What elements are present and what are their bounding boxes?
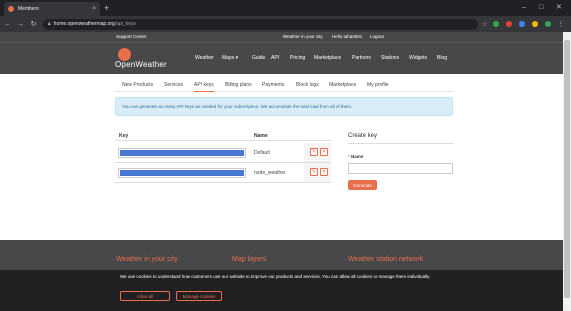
tab-title: Members [18,6,39,12]
row-actions: ✎ ✕ [304,163,331,182]
required-mark: * [348,154,350,159]
site-header: OpenWeather Weather Maps ▾ Guide API Pri… [0,42,563,74]
info-alert: You can generate as many API keys as nee… [115,97,453,116]
reload-icon[interactable]: ↻ [28,20,39,28]
name-column-header: Name [254,133,268,139]
tab-new-products[interactable]: New Products [122,80,153,91]
nav-guide[interactable]: Guide [252,55,265,61]
nav-weather[interactable]: Weather [195,55,214,61]
nav-blog[interactable]: Blog [437,55,447,61]
browser-menu-icon[interactable]: ⋮ [557,20,564,28]
tab-services[interactable]: Services [164,80,183,91]
key-name-input[interactable] [348,163,453,174]
key-column-header: Key [119,133,129,139]
cookie-text: We use cookies to understand how custome… [120,274,431,279]
minimize-button[interactable]: – [522,2,526,14]
url-input[interactable]: 🔒︎ home.openweathermap.org/api_keys [43,18,478,30]
create-key-title: Create key [348,133,378,139]
table-header-divider [115,140,331,141]
close-window-button[interactable]: ✕ [556,2,562,14]
scrollbar-thumb[interactable] [564,40,570,298]
tab-close-icon[interactable]: × [92,6,96,12]
name-label: * Name [348,154,363,159]
back-icon[interactable]: ← [2,21,13,28]
delete-icon[interactable]: ✕ [320,168,328,176]
key-name: Default [254,150,270,156]
key-name: node_weather [254,170,286,176]
address-bar: ← → ↻ 🔒︎ home.openweathermap.org/api_key… [0,16,571,32]
nav-api[interactable]: API [271,55,279,61]
table-row: node_weather ✎ ✕ [115,163,331,183]
edit-icon[interactable]: ✎ [310,168,318,176]
extension-icon[interactable] [506,21,513,27]
generate-button[interactable]: Generate [348,180,377,190]
extension-icon[interactable] [519,21,526,27]
user-greeting[interactable]: Hello taha2601 [332,32,362,42]
tab-billing-plans[interactable]: Billing plans [225,80,252,91]
api-key-field[interactable] [118,168,246,178]
top-strip: Support Center Weather in your city Hell… [0,32,563,42]
nav-maps[interactable]: Maps ▾ [222,55,238,61]
manage-cookies-button[interactable]: Manage cookies [176,291,222,301]
forward-icon[interactable]: → [15,21,26,28]
browser-tab[interactable]: Members × [4,2,100,16]
new-tab-button[interactable]: + [104,2,109,14]
page-scrollbar[interactable] [563,32,571,311]
table-row: Default ✎ ✕ [115,143,331,163]
tab-payments[interactable]: Payments [262,80,284,91]
nav-partners[interactable]: Partners [352,55,371,61]
extension-icon[interactable] [532,21,539,27]
row-actions: ✎ ✕ [304,143,331,162]
browser-tab-bar: Members × + – □ ✕ [0,0,571,16]
allow-all-button[interactable]: Allow all [120,291,170,301]
cookie-banner: We use cookies to understand how custome… [0,270,563,311]
support-center-link[interactable]: Support Center [116,32,147,42]
nav-stations[interactable]: Stations [381,55,399,61]
favicon-icon [8,6,14,12]
api-key-redaction [120,150,244,156]
nav-marketplace[interactable]: Marketplace [314,55,341,61]
maximize-button[interactable]: □ [539,2,543,14]
tab-marketplace[interactable]: Marketplace [329,80,356,91]
delete-icon[interactable]: ✕ [320,148,328,156]
footer-heading-stations: Weather station network [348,256,424,263]
nav-pricing[interactable]: Pricing [290,55,305,61]
api-key-field[interactable] [118,148,246,158]
tab-block-logs[interactable]: Block logs [296,80,319,91]
footer-heading-maps: Map layers [232,256,267,263]
logout-link[interactable]: Logout [370,32,384,42]
profile-avatar-icon[interactable] [545,21,552,27]
api-key-redaction [120,170,244,176]
footer-heading-weather: Weather in your city [116,256,178,263]
url-host: home.openweathermap.org [53,21,115,27]
name-label-text: Name [351,154,364,159]
logo-text[interactable]: OpenWeather [115,60,167,69]
nav-widgets[interactable]: Widgets [409,55,427,61]
city-search-link[interactable]: Weather in your city [283,32,323,42]
extension-icon[interactable] [493,21,500,27]
tab-api-keys[interactable]: API keys [194,80,214,92]
account-tabs: New Products Services API keys Billing p… [115,80,453,92]
tab-my-profile[interactable]: My profile [367,80,389,91]
lock-icon: 🔒︎ [48,21,51,27]
edit-icon[interactable]: ✎ [310,148,318,156]
create-key-divider [348,143,453,144]
bookmark-star-icon[interactable]: ☆ [482,21,487,28]
url-path: /api_keys [114,21,136,27]
